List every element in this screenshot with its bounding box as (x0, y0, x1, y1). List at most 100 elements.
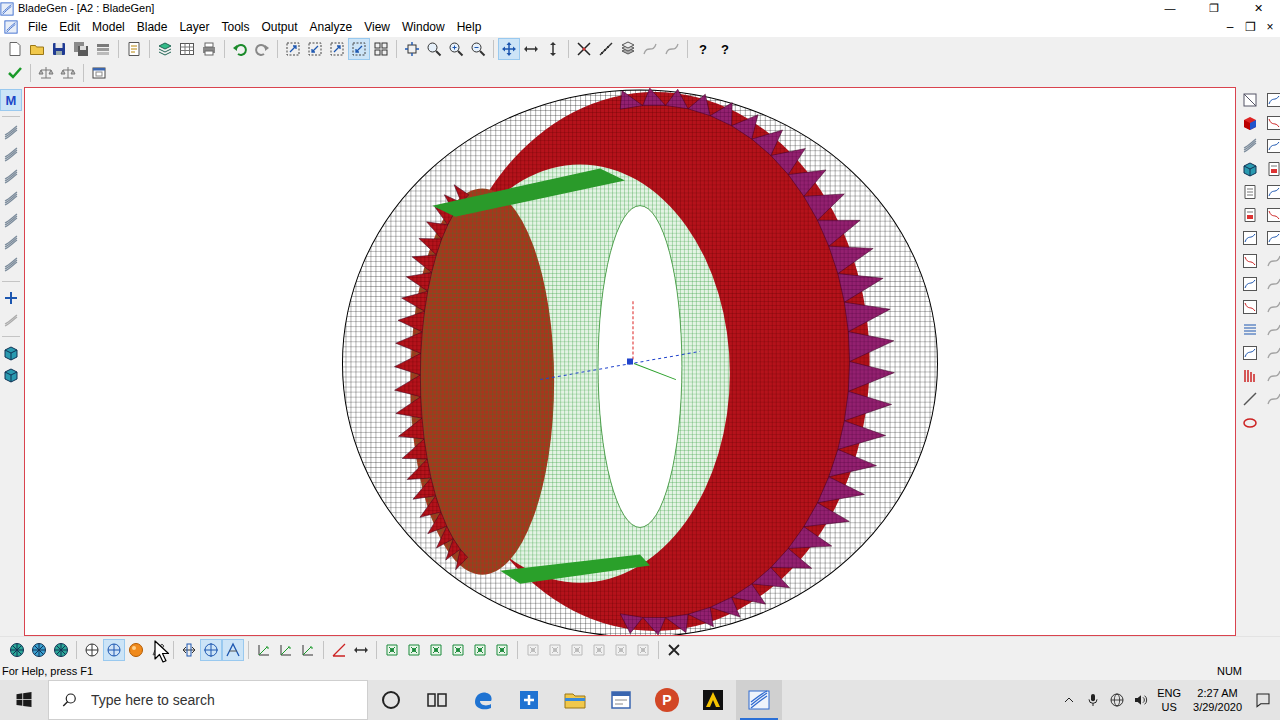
toolbar-button[interactable] (28, 639, 50, 661)
toolbar-button[interactable] (1263, 227, 1280, 249)
toolbar-button[interactable] (304, 38, 326, 60)
toolbar-button[interactable] (1263, 158, 1280, 180)
toolbar-button[interactable] (617, 38, 639, 60)
toolbar-button[interactable] (26, 38, 48, 60)
search-input[interactable] (89, 689, 367, 712)
toolbar-button[interactable] (0, 232, 22, 254)
toolbar-button[interactable] (542, 38, 564, 60)
clock[interactable]: 2:27 AM3/29/2020 (1189, 686, 1246, 715)
toolbar-button[interactable] (1263, 250, 1280, 272)
toolbar-button[interactable] (469, 639, 491, 661)
toolbar-button[interactable] (588, 639, 610, 661)
toolbar-button[interactable] (1263, 135, 1280, 157)
maximize-button[interactable]: ❐ (1192, 2, 1236, 15)
menu-item[interactable]: Edit (53, 20, 86, 34)
toolbar-button[interactable] (1239, 227, 1261, 249)
toolbar-button[interactable] (1263, 112, 1280, 134)
toolbar-button[interactable] (1239, 319, 1261, 341)
toolbar-button[interactable] (0, 309, 22, 331)
toolbar-button[interactable] (0, 144, 22, 166)
toolbar-button[interactable] (88, 62, 110, 84)
toolbar-button[interactable] (48, 38, 70, 60)
toolbar-button[interactable] (275, 639, 297, 661)
toolbar-button[interactable] (297, 639, 319, 661)
toolbar-button[interactable] (198, 38, 220, 60)
toolbar-button[interactable] (222, 639, 244, 661)
toolbar-button[interactable] (573, 38, 595, 60)
toolbar-button[interactable] (326, 38, 348, 60)
document-control[interactable]: × (1260, 20, 1280, 34)
toolbar-button[interactable] (125, 639, 147, 661)
toolbar-button[interactable] (610, 639, 632, 661)
toolbar-button[interactable] (639, 38, 661, 60)
menu-item[interactable]: Window (396, 20, 451, 34)
toolbar-button[interactable]: ? (692, 38, 714, 60)
taskbar-app[interactable] (552, 680, 598, 720)
toolbar-button[interactable] (154, 38, 176, 60)
toolbar-button[interactable] (1239, 411, 1261, 433)
notifications-icon[interactable] (1254, 691, 1272, 709)
taskbar-app[interactable] (368, 680, 414, 720)
toolbar-button[interactable] (370, 38, 392, 60)
toolbar-button[interactable] (176, 38, 198, 60)
taskbar-app[interactable] (414, 680, 460, 720)
toolbar-button[interactable] (447, 639, 469, 661)
toolbar-button[interactable] (6, 639, 28, 661)
toolbar-button[interactable] (1263, 319, 1280, 341)
toolbar-button[interactable] (123, 38, 145, 60)
taskbar-search[interactable] (48, 680, 368, 720)
taskbar-app[interactable] (460, 680, 506, 720)
toolbar-button[interactable] (251, 38, 273, 60)
toolbar-button[interactable] (1239, 273, 1261, 295)
toolbar-button[interactable] (1263, 89, 1280, 111)
toolbar-button[interactable] (282, 38, 304, 60)
taskbar-app[interactable] (506, 680, 552, 720)
toolbar-button[interactable] (1239, 158, 1261, 180)
document-control[interactable]: ❐ (1240, 20, 1260, 34)
toolbar-button[interactable] (50, 639, 72, 661)
toolbar-button[interactable] (1263, 388, 1280, 410)
toolbar-button[interactable] (1263, 365, 1280, 387)
toolbar-button[interactable] (1239, 135, 1261, 157)
toolbar-button[interactable] (566, 639, 588, 661)
toolbar-button[interactable] (498, 38, 520, 60)
toolbar-button[interactable] (1239, 89, 1261, 111)
menu-item[interactable]: Tools (215, 20, 255, 34)
menu-item[interactable]: Help (451, 20, 488, 34)
toolbar-button[interactable] (520, 38, 542, 60)
start-button[interactable] (0, 680, 48, 720)
toolbar-button[interactable] (0, 287, 22, 309)
toolbar-button[interactable] (0, 364, 22, 386)
toolbar-button[interactable] (1239, 342, 1261, 364)
toolbar-button[interactable] (4, 62, 26, 84)
toolbar-button[interactable] (1239, 296, 1261, 318)
toolbar-button[interactable]: M (0, 89, 22, 111)
toolbar-button[interactable] (467, 38, 489, 60)
toolbar-button[interactable] (0, 342, 22, 364)
toolbar-button[interactable] (147, 639, 169, 661)
model-viewport[interactable] (24, 87, 1236, 636)
toolbar-button[interactable] (1239, 112, 1261, 134)
toolbar-button[interactable]: ? (714, 38, 736, 60)
toolbar-button[interactable] (1263, 296, 1280, 318)
menu-item[interactable]: Model (86, 20, 131, 34)
toolbar-button[interactable] (595, 38, 617, 60)
blade-wheel-figure[interactable] (25, 88, 1235, 635)
toolbar-button[interactable] (57, 62, 79, 84)
toolbar-button[interactable] (445, 38, 467, 60)
toolbar-button[interactable] (35, 62, 57, 84)
taskbar-app[interactable] (690, 680, 736, 720)
toolbar-button[interactable] (92, 38, 114, 60)
toolbar-button[interactable] (1239, 365, 1261, 387)
toolbar-button[interactable] (103, 639, 125, 661)
toolbar-button[interactable] (0, 210, 22, 232)
toolbar-button[interactable] (381, 639, 403, 661)
toolbar-button[interactable] (0, 188, 22, 210)
toolbar-button[interactable] (1239, 250, 1261, 272)
menu-item[interactable]: View (358, 20, 396, 34)
toolbar-button[interactable] (491, 639, 513, 661)
document-control[interactable]: – (1220, 20, 1240, 34)
toolbar-button[interactable] (0, 166, 22, 188)
show-hidden-chevron-icon[interactable] (1061, 692, 1077, 708)
toolbar-button[interactable] (350, 639, 372, 661)
